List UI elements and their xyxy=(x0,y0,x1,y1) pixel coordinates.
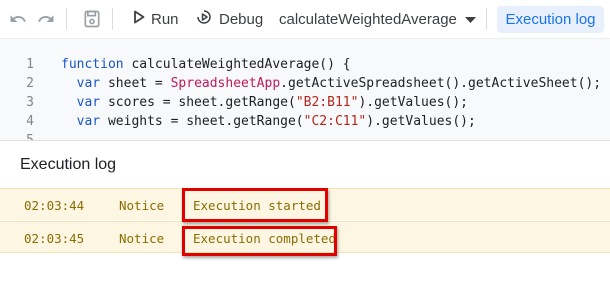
toolbar-divider xyxy=(112,8,113,30)
function-name: calculateWeightedAverage xyxy=(279,10,457,28)
code-token: var xyxy=(76,76,108,91)
log-time: 02:03:45 xyxy=(24,231,85,246)
execution-log-title: Execution log xyxy=(20,156,117,173)
execution-log-header: Execution log xyxy=(0,140,610,188)
code-line[interactable]: 2 var sheet = SpreadsheetApp.getActiveSp… xyxy=(0,74,610,93)
toolbar-divider xyxy=(486,8,487,30)
undo-icon[interactable] xyxy=(6,7,30,31)
debug-button[interactable]: Debug xyxy=(195,6,263,32)
code-token: weights = sheet.getRange( xyxy=(107,114,304,129)
code-token: "C2:C11" xyxy=(303,114,367,129)
code-text: function calculateWeightedAverage() { xyxy=(61,55,351,74)
highlight-box xyxy=(182,188,328,222)
line-number: 1 xyxy=(26,57,34,72)
code-token: var xyxy=(76,95,108,110)
highlight-box xyxy=(182,226,337,256)
run-label: Run xyxy=(151,10,179,28)
line-number: 5 xyxy=(0,131,34,140)
line-number: 3 xyxy=(26,95,34,110)
run-button[interactable]: Run xyxy=(133,6,179,32)
code-line[interactable]: 3 var scores = sheet.getRange("B2:B11").… xyxy=(0,93,610,112)
code-token: function xyxy=(61,57,132,72)
toolbar-divider xyxy=(66,8,67,30)
toolbar: Run Debug calculateWeightedAverage Execu… xyxy=(0,0,610,38)
code-token: ).getValues(); xyxy=(366,114,476,129)
code-line[interactable]: 4 var weights = sheet.getRange("C2:C11")… xyxy=(0,112,610,131)
line-number: 4 xyxy=(26,114,34,129)
debug-label: Debug xyxy=(219,10,264,28)
dropdown-arrow-icon xyxy=(464,11,476,28)
code-text: var scores = sheet.getRange("B2:B11").ge… xyxy=(61,93,468,112)
execution-log-button-label: Execution log xyxy=(505,11,596,28)
code-token: "B2:B11" xyxy=(295,95,359,110)
code-text: var weights = sheet.getRange("C2:C11").g… xyxy=(61,112,476,131)
code-editor[interactable]: 1 function calculateWeightedAverage() {2 … xyxy=(0,38,610,140)
function-select[interactable]: calculateWeightedAverage xyxy=(279,6,476,32)
log-level: Notice xyxy=(119,231,165,246)
play-icon xyxy=(133,10,145,28)
code-token: scores = sheet.getRange( xyxy=(107,95,296,110)
save-icon[interactable] xyxy=(80,7,104,31)
code-line[interactable]: 1 function calculateWeightedAverage() { xyxy=(0,55,610,74)
code-token: calculateWeightedAverage() { xyxy=(131,57,351,72)
line-number: 2 xyxy=(26,76,34,91)
code-token: .getActiveSpreadsheet().getActiveSheet()… xyxy=(280,76,602,91)
code-token: SpreadsheetApp xyxy=(170,76,281,91)
code-token: var xyxy=(76,114,108,129)
code-line[interactable]: 5 xyxy=(0,131,610,140)
debug-icon xyxy=(195,8,213,30)
code-token: sheet = xyxy=(107,76,171,91)
log-level: Notice xyxy=(119,198,165,213)
code-token: ).getValues(); xyxy=(358,95,469,110)
code-text: var sheet = SpreadsheetApp.getActiveSpre… xyxy=(61,74,601,93)
execution-log-button[interactable]: Execution log xyxy=(497,6,604,33)
redo-icon[interactable] xyxy=(34,7,58,31)
log-time: 02:03:44 xyxy=(24,198,85,213)
